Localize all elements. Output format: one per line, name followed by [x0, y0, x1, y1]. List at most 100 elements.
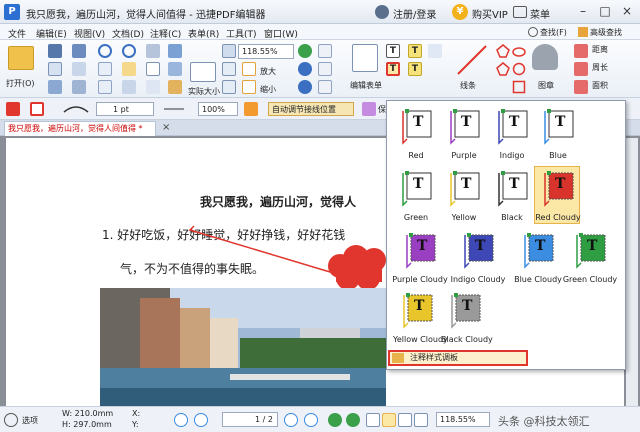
buy-vip-link[interactable]: 购买VIP: [472, 6, 508, 21]
text-box-icon[interactable]: T: [386, 44, 400, 58]
prev-page-icon[interactable]: [194, 413, 208, 427]
menu-file[interactable]: 文件: [8, 27, 26, 40]
magnifier-icon[interactable]: [168, 62, 182, 76]
lock-label[interactable]: 保: [378, 104, 386, 115]
two-page-continuous-icon[interactable]: [414, 413, 428, 427]
snapshot-icon[interactable]: [146, 80, 160, 94]
actual-size-icon[interactable]: [190, 62, 216, 82]
gear-icon[interactable]: [4, 413, 18, 427]
select-tool-icon[interactable]: [146, 62, 160, 76]
close-window-button[interactable]: ×: [620, 4, 634, 18]
camera-icon[interactable]: [168, 44, 182, 58]
zoom-in-label[interactable]: 放大: [260, 66, 276, 77]
fit-width-icon[interactable]: [222, 62, 236, 76]
forward-icon[interactable]: [346, 413, 360, 427]
style-option-black[interactable]: T Black: [488, 166, 534, 224]
undo-icon[interactable]: [98, 44, 112, 58]
style-option-red-cloudy[interactable]: T Red Cloudy: [534, 166, 581, 224]
edit-form-label[interactable]: 编辑表单: [350, 80, 382, 91]
style-option-blue[interactable]: T Blue: [534, 104, 580, 162]
single-page-icon[interactable]: [366, 413, 380, 427]
zoom-select[interactable]: 118.55%: [238, 44, 294, 59]
attachment-icon[interactable]: [318, 80, 332, 94]
maximize-button[interactable]: □: [598, 4, 612, 18]
actual-size-label[interactable]: 实际大小: [188, 86, 220, 97]
square-icon[interactable]: [512, 80, 526, 94]
minimize-button[interactable]: –: [576, 4, 590, 18]
style-option-blue-cloudy[interactable]: T Blue Cloudy: [508, 228, 566, 286]
perimeter-label[interactable]: 周长: [592, 62, 608, 73]
menu-window[interactable]: 窗口(W): [264, 27, 298, 40]
style-option-green-cloudy[interactable]: T Green Cloudy: [560, 228, 618, 286]
fit-visible-icon[interactable]: [222, 80, 236, 94]
status-zoom-select[interactable]: 118.55%: [436, 412, 490, 427]
open-button-label[interactable]: 打开(O): [6, 78, 35, 89]
vertical-scrollbar[interactable]: [626, 138, 638, 406]
lines-label[interactable]: 线条: [460, 80, 476, 91]
zoom-out-label[interactable]: 缩小: [260, 84, 276, 95]
arrow-style-icon[interactable]: [162, 102, 186, 116]
style-option-indigo-cloudy[interactable]: T Indigo Cloudy: [448, 228, 506, 286]
line-tool-icon[interactable]: [456, 44, 488, 76]
first-page-icon[interactable]: [174, 413, 188, 427]
next-view-icon[interactable]: [298, 80, 312, 94]
style-option-black-cloudy[interactable]: T Black Cloudy: [440, 288, 493, 346]
login-link[interactable]: 注册/登录: [393, 6, 436, 21]
document-tab[interactable]: 我只愿我，遍历山河，觉得人间值得 *: [4, 121, 156, 136]
find-icon[interactable]: [122, 80, 136, 94]
prev-view-icon[interactable]: [298, 62, 312, 76]
style-icon[interactable]: [244, 102, 258, 116]
loupe-icon[interactable]: [168, 80, 182, 94]
style-option-indigo[interactable]: T Indigo: [488, 104, 534, 162]
style-option-green[interactable]: T Green: [392, 166, 438, 224]
save-icon[interactable]: [48, 44, 62, 58]
vip-icon[interactable]: ¥: [452, 4, 468, 20]
pentagon-icon[interactable]: [496, 62, 510, 76]
typewriter-icon[interactable]: [318, 44, 332, 58]
menu-document[interactable]: 文档(D): [112, 27, 144, 40]
cloud-callout-annotation[interactable]: [180, 224, 390, 294]
area-label[interactable]: 面积: [592, 80, 608, 91]
sticky-note-icon[interactable]: [318, 62, 332, 76]
options-button[interactable]: 选项: [22, 415, 38, 426]
edit-form-icon[interactable]: [352, 44, 378, 72]
zoom-out-icon[interactable]: [242, 80, 256, 94]
auto-adjust-button[interactable]: 自动调节接线位置: [268, 102, 354, 116]
menu-label[interactable]: 菜单: [530, 6, 550, 21]
style-option-yellow-cloudy[interactable]: T Yellow Cloudy: [392, 288, 448, 346]
line-style-icon[interactable]: [62, 102, 90, 116]
menu-view[interactable]: 视图(V): [74, 27, 105, 40]
last-page-icon[interactable]: [304, 413, 318, 427]
hand-tool-icon[interactable]: [146, 44, 160, 58]
page-icon[interactable]: [48, 62, 62, 76]
menu-form[interactable]: 表单(R): [188, 27, 219, 40]
cut-icon[interactable]: [98, 62, 112, 76]
email-icon[interactable]: [72, 44, 86, 58]
annotation-style-palette-button[interactable]: 注释样式调板: [388, 350, 528, 366]
pin-icon[interactable]: [362, 102, 376, 116]
eraser-icon[interactable]: [574, 44, 588, 58]
stroke-width-select[interactable]: 1 pt: [96, 102, 154, 116]
style-option-purple-cloudy[interactable]: T Purple Cloudy: [390, 228, 448, 286]
properties-icon[interactable]: [72, 80, 86, 94]
circle-icon[interactable]: [512, 62, 526, 76]
stroke-color-swatch[interactable]: [30, 102, 44, 116]
rotate-icon[interactable]: [298, 44, 312, 58]
distance-label[interactable]: 距离: [592, 44, 608, 55]
underline-text-icon[interactable]: T: [408, 62, 422, 76]
menu-icon[interactable]: [513, 6, 527, 18]
fill-color-swatch[interactable]: [6, 102, 20, 116]
strikeout-icon[interactable]: [428, 44, 442, 58]
close-tab-icon[interactable]: ×: [162, 122, 170, 133]
scan-icon[interactable]: [72, 62, 86, 76]
menu-comment[interactable]: 注释(C): [150, 27, 181, 40]
user-icon[interactable]: [375, 5, 389, 19]
menu-edit[interactable]: 编辑(E): [36, 27, 67, 40]
fit-page-icon[interactable]: [222, 44, 236, 58]
perimeter-icon[interactable]: [574, 80, 588, 94]
copy-icon[interactable]: [98, 80, 112, 94]
cloud-icon[interactable]: [512, 44, 526, 58]
style-option-purple[interactable]: T Purple: [440, 104, 486, 162]
two-page-icon[interactable]: [398, 413, 412, 427]
opacity-select[interactable]: 100%: [198, 102, 238, 116]
